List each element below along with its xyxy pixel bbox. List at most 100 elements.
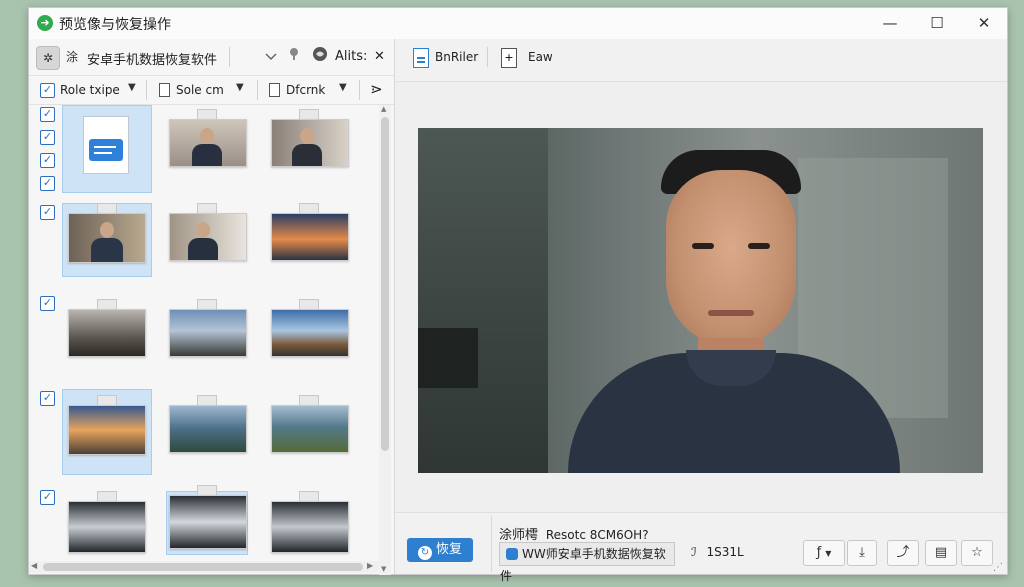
scroll-left-arrow[interactable]: ◀ — [31, 561, 37, 570]
photo-thumbnail-water-splash-2[interactable] — [169, 495, 247, 549]
download-button[interactable]: ⤓ — [847, 540, 877, 566]
row-checkbox[interactable]: ✓ — [40, 296, 55, 311]
recover-button[interactable]: ↻ 恢复 — [407, 538, 473, 562]
photo-thumbnail-man-portrait[interactable] — [68, 213, 146, 263]
thumbnail-tab — [97, 203, 117, 213]
preview-toolbar: BnRiler + Eaw — [395, 39, 1007, 75]
size-icon: ℐ — [691, 545, 697, 559]
file-info: 涂师樗 Resotc 8CM6OH? — [499, 524, 649, 543]
clear-filter-button[interactable]: ✕ — [374, 49, 385, 64]
chevron-down-icon[interactable] — [260, 46, 282, 68]
scroll-up-arrow[interactable]: ▲ — [381, 105, 386, 113]
thumbnail-tab — [97, 299, 117, 309]
left-toolbar: ✲ 涂 安卓手机数据恢复软件 Alits: ✕ — [29, 39, 394, 76]
app-window: ➜ 预览像与恢复操作 — ☐ ✕ ✲ 涂 安卓手机数据恢复软件 Alits: ✕… — [28, 7, 1008, 583]
recover-icon: ↻ — [417, 546, 432, 560]
file-name: Resotc 8CM6OH? — [545, 528, 649, 542]
photo-thumbnail-man-office[interactable] — [169, 119, 247, 167]
chevron-down-icon: ▼ — [825, 549, 832, 558]
path-icon — [506, 548, 518, 560]
thumbnail-grid: ✓ ✓ ✓ ✓ ✓ ✓ ✓ ✓ — [29, 105, 379, 559]
thumbnail-tab — [97, 395, 117, 405]
divider — [491, 516, 492, 572]
row-checkbox[interactable]: ✓ — [40, 107, 55, 122]
globe-icon[interactable] — [309, 46, 331, 68]
chevron-down-icon[interactable]: ▼ — [339, 82, 347, 93]
thumbnail-tab — [197, 485, 217, 495]
action-bar: ↻ 恢复 涂师樗 Resotc 8CM6OH? WW师安卓手机数据恢复软件 ℐ 1… — [395, 512, 1007, 583]
vertical-scrollbar[interactable]: ▲ ▼ — [379, 105, 391, 575]
scroll-down-arrow[interactable]: ▼ — [381, 565, 386, 573]
scrollbar-thumb[interactable] — [43, 563, 363, 571]
thumbnail-tab — [299, 203, 319, 213]
document-icon — [159, 83, 170, 97]
row-checkbox[interactable]: ✓ — [40, 391, 55, 406]
row-checkbox[interactable]: ✓ — [40, 176, 55, 191]
document-icon[interactable] — [413, 48, 429, 68]
photo-thumbnail-water-splash[interactable] — [68, 501, 146, 553]
filter-label: Alits: — [335, 49, 368, 64]
details-button[interactable]: ▤ — [925, 540, 957, 566]
filter-type-dropdown[interactable]: Role txipe — [60, 83, 120, 97]
toolbar-divider — [229, 47, 230, 67]
thumbnail-tab — [97, 491, 117, 501]
resize-grip-icon[interactable]: ⋰ — [993, 562, 1003, 573]
scrollbar-thumb[interactable] — [381, 117, 389, 451]
row-checkbox[interactable]: ✓ — [40, 153, 55, 168]
share-button[interactable]: ⤴ — [887, 540, 919, 566]
mode-button[interactable]: 涂 — [61, 46, 83, 68]
app-icon: ➜ — [37, 15, 53, 31]
filter-date-dropdown[interactable]: Dfcrnk — [286, 83, 325, 97]
thumbnail-tab — [299, 395, 319, 405]
photo-thumbnail-coast-cliffs[interactable] — [169, 405, 247, 453]
row-checkbox[interactable]: ✓ — [40, 490, 55, 505]
thumbnail-tab — [197, 203, 217, 213]
preview-tab-2[interactable]: Eaw — [528, 50, 553, 64]
maximize-button[interactable]: ☐ — [914, 8, 960, 39]
select-all-checkbox[interactable]: ✓ — [40, 83, 55, 98]
photo-thumbnail-sunset-mountains[interactable] — [271, 213, 349, 261]
chevron-down-icon[interactable]: ▼ — [236, 82, 244, 93]
recover-label: 恢复 — [435, 542, 462, 557]
font-format-button[interactable]: ƒ ▼ — [803, 540, 845, 566]
photo-thumbnail-water-splash-3[interactable] — [271, 501, 349, 553]
photo-thumbnail-coast-green[interactable] — [271, 405, 349, 453]
list-view-icon[interactable]: ⋗ — [370, 80, 383, 98]
thumbnail-tab — [299, 491, 319, 501]
scan-tool-button[interactable]: ✲ — [36, 46, 60, 70]
filter-divider — [359, 80, 360, 100]
preview-pane: BnRiler + Eaw ↻ 恢复 涂师樗 Resotc 8CM6OH? WW… — [395, 39, 1007, 583]
photo-thumbnail-sky-landscape[interactable] — [271, 309, 349, 357]
photo-thumbnail-road-landscape[interactable] — [169, 309, 247, 357]
file-browser-pane: ✲ 涂 安卓手机数据恢复软件 Alits: ✕ ✓ Role txipe ▼ S… — [29, 39, 395, 575]
document-icon — [269, 83, 280, 97]
path-text: WW师安卓手机数据恢复软件 — [500, 547, 666, 583]
font-icon: ƒ — [816, 545, 822, 560]
title-bar: ➜ 预览像与恢复操作 — ☐ ✕ — [29, 8, 1007, 39]
add-file-icon[interactable]: + — [501, 48, 517, 68]
photo-thumbnail-road-sunset[interactable] — [68, 405, 146, 455]
scroll-right-arrow[interactable]: ▶ — [367, 561, 373, 570]
thumbnail-tab — [197, 395, 217, 405]
filter-size-dropdown[interactable]: Sole cm — [176, 83, 224, 97]
pin-icon[interactable] — [283, 46, 305, 68]
thumbnail-tab — [299, 109, 319, 119]
size-text: 1S31L — [706, 545, 744, 559]
favorite-button[interactable]: ☆ — [961, 540, 993, 566]
row-checkbox[interactable]: ✓ — [40, 205, 55, 220]
row-checkbox[interactable]: ✓ — [40, 130, 55, 145]
close-button[interactable]: ✕ — [961, 8, 1007, 39]
preview-image — [418, 128, 983, 473]
chevron-down-icon[interactable]: ▼ — [128, 82, 136, 93]
minimize-button[interactable]: — — [867, 8, 913, 39]
share-icon: ⤴ — [896, 545, 910, 560]
image-preview-area — [395, 81, 1007, 513]
file-thumbnail-document[interactable] — [62, 105, 152, 193]
horizontal-scrollbar[interactable]: ◀ ▶ — [29, 561, 379, 573]
photo-thumbnail-office-room[interactable] — [68, 309, 146, 357]
photo-thumbnail-man-office-3[interactable] — [169, 213, 247, 261]
photo-thumbnail-man-office-2[interactable] — [271, 119, 349, 167]
path-field[interactable]: WW师安卓手机数据恢复软件 — [499, 542, 675, 583]
file-label: 涂师樗 — [499, 528, 539, 543]
preview-tab-1[interactable]: BnRiler — [435, 50, 478, 64]
